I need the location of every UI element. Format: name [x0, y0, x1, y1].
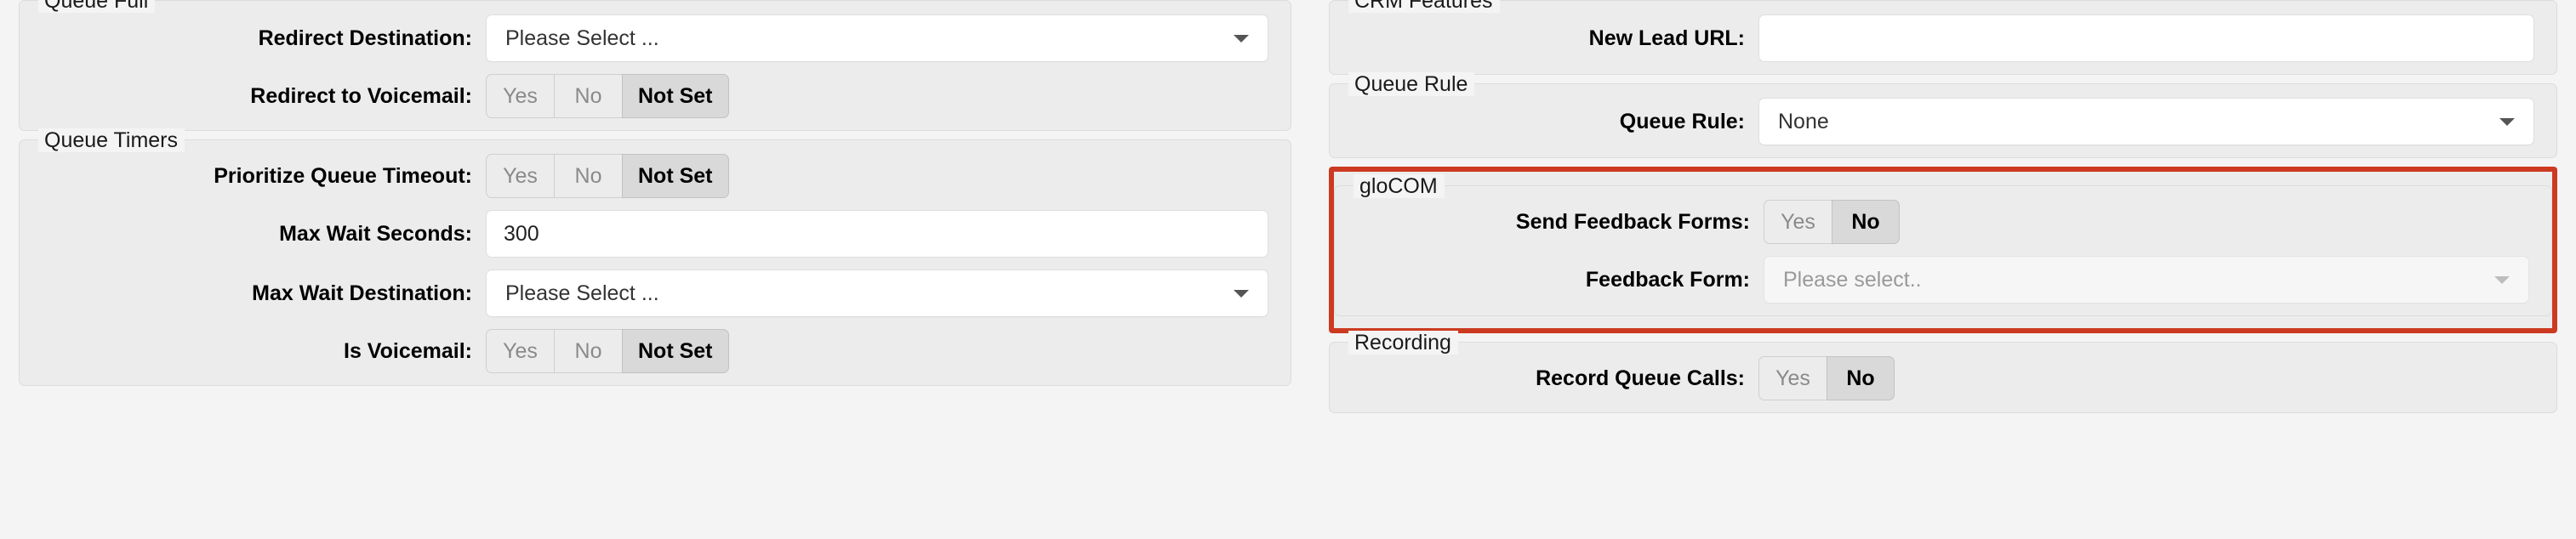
label-prioritize-queue-timeout: Prioritize Queue Timeout: [214, 164, 472, 188]
row-redirect-destination: Redirect Destination: Please Select ... [20, 14, 1291, 62]
redirect-to-voicemail-option-not-set[interactable]: Not Set [622, 74, 729, 118]
queue-settings-screen: Queue Full Redirect Destination: Please … [0, 0, 2576, 539]
is-voicemail-button-group: Yes No Not Set [486, 329, 729, 373]
panel-legend-recording: Recording [1348, 331, 1458, 355]
chevron-down-icon [2499, 118, 2515, 126]
is-voicemail-option-no[interactable]: No [554, 329, 622, 373]
feedback-form-select[interactable]: Please select.. [1764, 256, 2529, 304]
control-redirect-to-voicemail: Yes No Not Set [486, 74, 1291, 118]
control-prioritize-queue-timeout: Yes No Not Set [486, 154, 1291, 198]
control-feedback-form: Please select.. [1764, 256, 2551, 304]
redirect-to-voicemail-button-group: Yes No Not Set [486, 74, 729, 118]
send-feedback-forms-option-no[interactable]: No [1832, 200, 1900, 244]
panel-queue-rule: Queue Rule Queue Rule: None [1329, 72, 2557, 158]
prioritize-queue-timeout-option-yes[interactable]: Yes [486, 154, 554, 198]
control-record-queue-calls: Yes No [1758, 356, 2556, 400]
max-wait-destination-select[interactable]: Please Select ... [486, 270, 1268, 317]
queue-rule-select[interactable]: None [1758, 98, 2534, 145]
control-redirect-destination: Please Select ... [486, 14, 1291, 62]
is-voicemail-option-yes[interactable]: Yes [486, 329, 554, 373]
row-max-wait-destination: Max Wait Destination: Please Select ... [20, 270, 1291, 317]
panel-recording: Recording Record Queue Calls: Yes No [1329, 331, 2557, 413]
row-record-queue-calls: Record Queue Calls: Yes No [1330, 356, 2556, 400]
label-max-wait-seconds: Max Wait Seconds: [279, 222, 472, 246]
row-redirect-to-voicemail: Redirect to Voicemail: Yes No Not Set [20, 74, 1291, 118]
chevron-down-icon [2494, 276, 2510, 284]
panel-queue-full: Queue Full Redirect Destination: Please … [19, 0, 1291, 131]
prioritize-queue-timeout-option-not-set[interactable]: Not Set [622, 154, 729, 198]
redirect-to-voicemail-option-no[interactable]: No [554, 74, 622, 118]
max-wait-seconds-input[interactable] [486, 210, 1268, 258]
row-new-lead-url: New Lead URL: [1330, 14, 2556, 62]
record-queue-calls-option-yes[interactable]: Yes [1758, 356, 1827, 400]
feedback-form-value: Please select.. [1783, 268, 1922, 292]
label-queue-rule: Queue Rule: [1619, 110, 1745, 133]
new-lead-url-input[interactable] [1758, 14, 2534, 62]
panel-legend-queue-timers: Queue Timers [38, 128, 185, 152]
panel-legend-glocom: gloCOM [1354, 174, 1445, 198]
max-wait-destination-value: Please Select ... [505, 281, 659, 305]
panel-legend-queue-full: Queue Full [38, 0, 156, 13]
left-column: Queue Full Redirect Destination: Please … [0, 0, 1310, 394]
label-new-lead-url: New Lead URL: [1588, 26, 1745, 50]
control-max-wait-destination: Please Select ... [486, 270, 1291, 317]
prioritize-queue-timeout-button-group: Yes No Not Set [486, 154, 729, 198]
is-voicemail-option-not-set[interactable]: Not Set [622, 329, 729, 373]
row-feedback-form: Feedback Form: Please select.. [1335, 256, 2551, 304]
label-feedback-form: Feedback Form: [1585, 268, 1750, 292]
chevron-down-icon [1234, 290, 1249, 298]
chevron-down-icon [1234, 35, 1249, 43]
panel-legend-crm-features: CRM Features [1348, 0, 1500, 13]
control-queue-rule: None [1758, 98, 2556, 145]
control-send-feedback-forms: Yes No [1764, 200, 2551, 244]
redirect-to-voicemail-option-yes[interactable]: Yes [486, 74, 554, 118]
row-prioritize-queue-timeout: Prioritize Queue Timeout: Yes No Not Set [20, 154, 1291, 198]
row-max-wait-seconds: Max Wait Seconds: [20, 210, 1291, 258]
queue-rule-value: None [1778, 110, 1829, 133]
record-queue-calls-button-group: Yes No [1758, 356, 1895, 400]
label-redirect-destination: Redirect Destination: [258, 26, 472, 50]
right-column: CRM Features New Lead URL: Queue Rule Qu… [1310, 0, 2576, 422]
control-new-lead-url [1758, 14, 2556, 62]
label-send-feedback-forms: Send Feedback Forms: [1515, 210, 1750, 234]
label-is-voicemail: Is Voicemail: [344, 339, 472, 363]
control-is-voicemail: Yes No Not Set [486, 329, 1291, 373]
send-feedback-forms-button-group: Yes No [1764, 200, 1900, 244]
control-max-wait-seconds [486, 210, 1291, 258]
panel-glocom-highlight: gloCOM Send Feedback Forms: Yes No Feedb… [1329, 167, 2557, 333]
panel-glocom: gloCOM Send Feedback Forms: Yes No Feedb… [1334, 174, 2552, 316]
label-redirect-to-voicemail: Redirect to Voicemail: [250, 84, 472, 108]
label-record-queue-calls: Record Queue Calls: [1536, 366, 1745, 390]
row-send-feedback-forms: Send Feedback Forms: Yes No [1335, 200, 2551, 244]
send-feedback-forms-option-yes[interactable]: Yes [1764, 200, 1832, 244]
panel-crm-features: CRM Features New Lead URL: [1329, 0, 2557, 75]
panel-queue-timers: Queue Timers Prioritize Queue Timeout: Y… [19, 128, 1291, 386]
panel-legend-queue-rule: Queue Rule [1348, 72, 1475, 96]
redirect-destination-value: Please Select ... [505, 26, 659, 50]
prioritize-queue-timeout-option-no[interactable]: No [554, 154, 622, 198]
row-is-voicemail: Is Voicemail: Yes No Not Set [20, 329, 1291, 373]
label-max-wait-destination: Max Wait Destination: [252, 281, 472, 305]
redirect-destination-select[interactable]: Please Select ... [486, 14, 1268, 62]
row-queue-rule: Queue Rule: None [1330, 98, 2556, 145]
record-queue-calls-option-no[interactable]: No [1827, 356, 1895, 400]
